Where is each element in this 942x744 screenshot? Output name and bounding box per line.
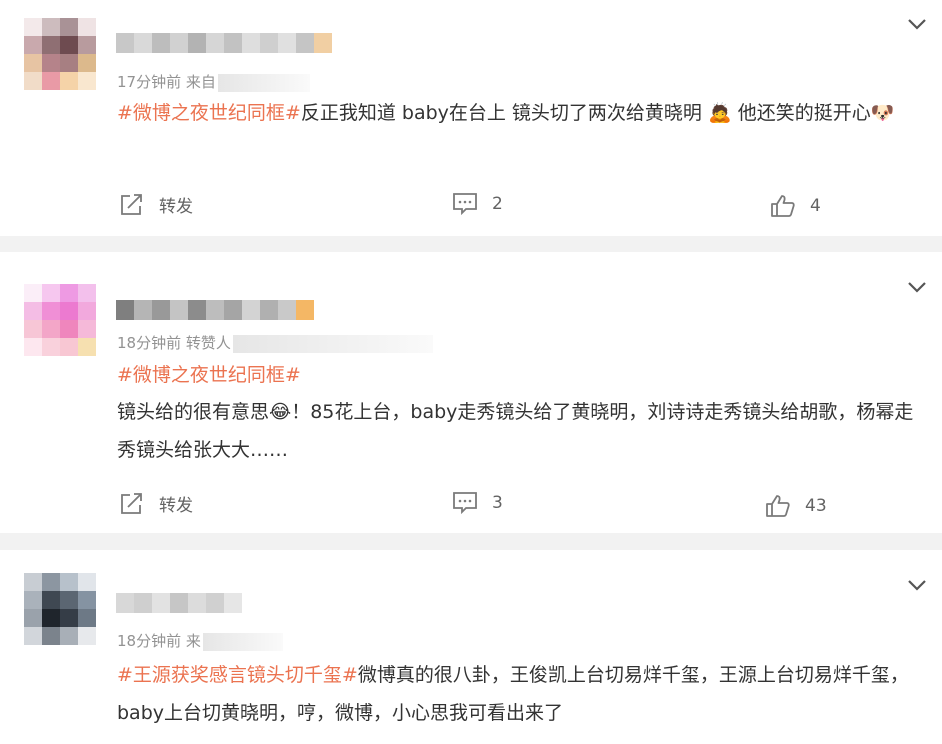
chevron-down-icon[interactable] xyxy=(906,276,928,298)
post-hashtag-line: #微博之夜世纪同框# xyxy=(117,356,917,394)
comment-count: 2 xyxy=(492,194,503,214)
repost-button[interactable]: 转发 xyxy=(119,192,193,217)
thumbs-up-icon xyxy=(766,495,790,517)
comment-count: 3 xyxy=(492,493,503,513)
post-time: 18分钟前 xyxy=(117,632,182,650)
bowing-person-emoji: 🙇 xyxy=(707,102,732,124)
comment-button[interactable]: 2 xyxy=(452,192,503,216)
post-body: 镜头给的很有意思 xyxy=(117,401,270,423)
tears-of-joy-emoji: 😂 xyxy=(269,401,292,423)
avatar[interactable] xyxy=(24,573,96,645)
post-source: 来 xyxy=(185,632,201,650)
comment-card: 18分钟前 来 #王源获奖感言镜头切千玺#微博真的很八卦，王俊凯上台切易烊千玺，… xyxy=(0,550,942,744)
repost-label: 转发 xyxy=(159,197,193,217)
like-button[interactable]: 43 xyxy=(765,494,827,518)
post-source: 转赞人 xyxy=(185,334,231,352)
like-button[interactable]: 4 xyxy=(770,194,821,218)
doge-emoji: 🐶 xyxy=(870,102,895,124)
chevron-down-icon[interactable] xyxy=(906,13,928,35)
post-body: 反正我知道 baby在台上 镜头切了两次给黄晓明 xyxy=(300,102,702,124)
post-text: 镜头给的很有意思😂！85花上台，baby走秀镜头给了黄晓明，刘诗诗走秀镜头给胡歌… xyxy=(117,393,917,469)
repost-label: 转发 xyxy=(159,496,193,516)
username-pixelated[interactable] xyxy=(116,593,242,613)
repost-icon xyxy=(121,193,142,215)
comment-card: 17分钟前 来自 #微博之夜世纪同框#反正我知道 baby在台上 镜头切了两次给… xyxy=(0,0,942,236)
post-text: #微博之夜世纪同框#反正我知道 baby在台上 镜头切了两次给黄晓明 🙇 他还笑… xyxy=(117,94,917,132)
hashtag-link[interactable]: #王源获奖感言镜头切千玺# xyxy=(117,664,358,686)
comment-button[interactable]: 3 xyxy=(452,491,503,515)
post-meta: 18分钟前 来 xyxy=(117,630,283,651)
username-pixelated[interactable] xyxy=(116,33,332,53)
avatar[interactable] xyxy=(24,18,96,90)
like-count: 4 xyxy=(810,196,821,216)
hashtag-link[interactable]: #微博之夜世纪同框# xyxy=(117,102,301,124)
post-text: #王源获奖感言镜头切千玺#微博真的很八卦，王俊凯上台切易烊千玺，王源上台切易烊千… xyxy=(117,656,917,732)
blurred-source xyxy=(217,73,310,92)
hashtag-link[interactable]: #微博之夜世纪同框# xyxy=(117,364,301,386)
post-time: 17分钟前 xyxy=(117,73,182,91)
chevron-down-icon[interactable] xyxy=(906,574,928,596)
post-time: 18分钟前 xyxy=(117,334,182,352)
post-source: 来自 xyxy=(185,73,216,91)
post-meta: 17分钟前 来自 xyxy=(117,71,310,92)
comment-icon xyxy=(453,492,477,515)
repost-button[interactable]: 转发 xyxy=(119,491,193,516)
like-count: 43 xyxy=(805,496,827,516)
post-meta: 18分钟前 转赞人 xyxy=(117,332,433,353)
blurred-source xyxy=(202,632,283,651)
avatar[interactable] xyxy=(24,284,96,356)
username-pixelated[interactable] xyxy=(116,300,314,320)
comment-icon xyxy=(453,193,477,216)
weibo-comment-feed: 17分钟前 来自 #微博之夜世纪同框#反正我知道 baby在台上 镜头切了两次给… xyxy=(0,0,942,744)
post-body-continued: 他还笑的挺开心 xyxy=(731,102,871,124)
comment-card: 18分钟前 转赞人 #微博之夜世纪同框# 镜头给的很有意思😂！85花上台，bab… xyxy=(0,252,942,533)
blurred-source xyxy=(232,334,433,353)
repost-icon xyxy=(121,492,142,514)
thumbs-up-icon xyxy=(771,195,795,217)
